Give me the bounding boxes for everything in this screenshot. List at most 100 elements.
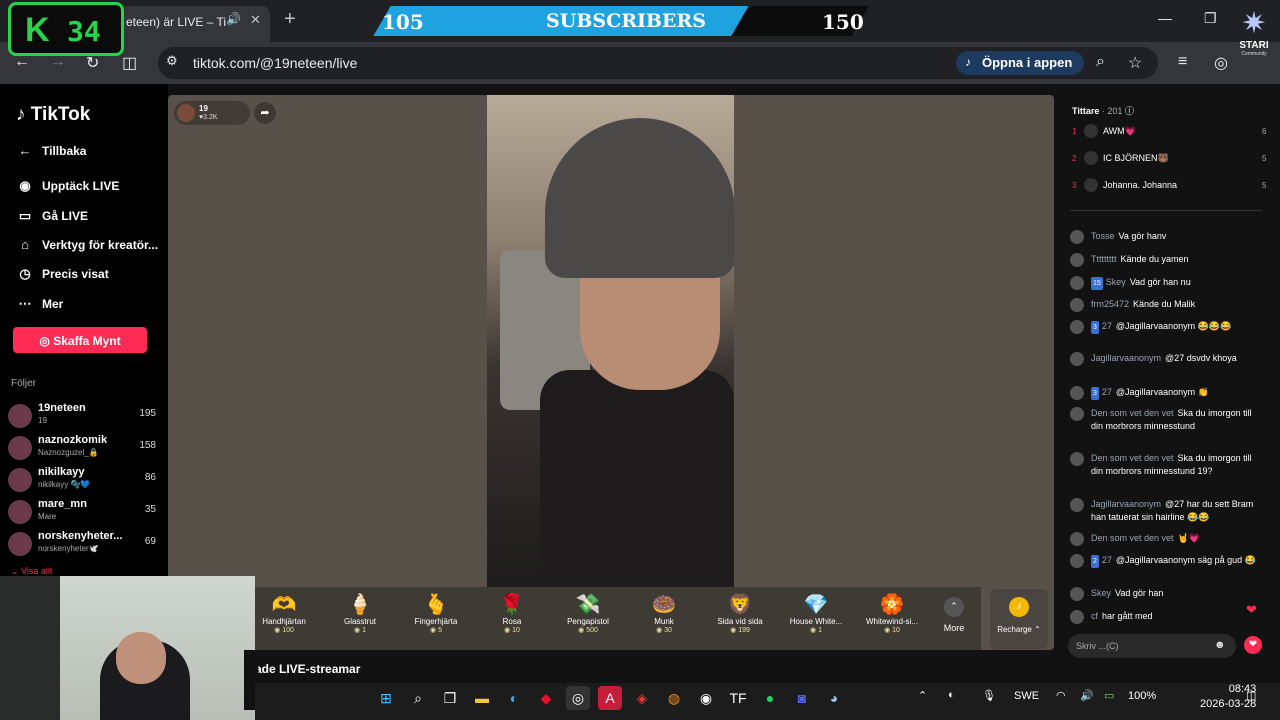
gift-price-value: 30 bbox=[664, 627, 672, 634]
get-coins-button[interactable]: ◎ Skaffa Mynt bbox=[13, 327, 147, 353]
microphone-icon[interactable]: 🎙 bbox=[982, 689, 996, 702]
speaker-icon[interactable]: 🔊 bbox=[226, 12, 241, 26]
nav-more[interactable]: ⋯ Mer bbox=[14, 296, 64, 316]
nav-explore-live[interactable]: ◉ Upptäck LIVE bbox=[14, 178, 119, 198]
avatar bbox=[1070, 253, 1084, 267]
gift-item[interactable]: 💎 House White... ◉ 1 bbox=[778, 593, 854, 634]
rank-number: 3 bbox=[1072, 181, 1077, 190]
host-info[interactable]: 19 ♥3.2K bbox=[174, 101, 250, 125]
app-pdf-icon[interactable]: A bbox=[598, 686, 622, 710]
info-icon[interactable]: ⓘ bbox=[1125, 106, 1134, 116]
emoji-icon[interactable]: ☻ bbox=[1214, 639, 1226, 651]
site-info-icon[interactable]: ⚙ bbox=[166, 53, 178, 69]
task-view-icon[interactable]: ❐ bbox=[438, 686, 462, 710]
gift-item[interactable]: 🏵️ Whitewind-si... ◉ 10 bbox=[854, 593, 930, 634]
steam-icon[interactable]: ◕ bbox=[822, 686, 846, 710]
viewer-rank-row[interactable]: 3 Johanna. Johanna 5 bbox=[1070, 178, 1270, 196]
chat-input[interactable]: Skriv ...(C) bbox=[1068, 634, 1236, 658]
chrome-icon[interactable]: ◎ bbox=[566, 686, 590, 710]
open-in-app-button[interactable]: ♪ Öppna i appen bbox=[956, 51, 1084, 75]
gift-item[interactable]: 🍦 Glasstrut ◉ 1 bbox=[322, 593, 398, 634]
chat-user[interactable]: Den som vet den vet bbox=[1091, 533, 1174, 543]
chat-user[interactable]: Jagillarvaanonym bbox=[1091, 499, 1161, 509]
minimize-icon[interactable]: — bbox=[1158, 10, 1172, 26]
open-in-app-label: Öppna i appen bbox=[982, 55, 1073, 70]
gift-item[interactable]: 🦁 Sida vid sida ◉ 199 bbox=[702, 593, 778, 634]
nav-go-live[interactable]: ▭ Gå LIVE bbox=[14, 208, 88, 228]
history-icon: ◷ bbox=[19, 266, 31, 281]
battery-icon[interactable]: ▭ bbox=[1104, 689, 1114, 702]
arrow-left-icon: ← bbox=[18, 143, 32, 158]
chat-user[interactable]: 27 bbox=[1102, 387, 1112, 397]
more-gifts-button[interactable]: ⌃ More bbox=[934, 597, 974, 633]
following-item[interactable]: mare_mn Mare 35 bbox=[8, 498, 160, 526]
chat-user[interactable]: Den som vet den vet bbox=[1091, 408, 1174, 418]
search-icon[interactable]: ⌕ bbox=[406, 686, 430, 710]
gift-item[interactable]: 🍩 Munk ◉ 30 bbox=[626, 593, 702, 634]
clock[interactable]: 08:43 2026-03-28 bbox=[1200, 682, 1256, 712]
app-ball-icon[interactable]: ◉ bbox=[694, 686, 718, 710]
recharge-label: Recharge bbox=[997, 625, 1032, 634]
following-item[interactable]: naznozkomik Naznozguzel_🔒 158 bbox=[8, 434, 160, 462]
viewer-rank-row[interactable]: 2 IC BJÖRNEN🐻 5 bbox=[1070, 151, 1270, 169]
language-indicator[interactable]: SWE bbox=[1014, 690, 1039, 702]
nav-creator-tools[interactable]: ⌂ Verktyg för kreatör... bbox=[14, 237, 158, 257]
gift-item[interactable]: 🫰 Fingerhjärta ◉ 5 bbox=[398, 593, 474, 634]
discord-icon[interactable]: ◙ bbox=[790, 686, 814, 710]
nav-recently-watched[interactable]: ◷ Precis visat bbox=[14, 266, 108, 286]
browser-tab[interactable]: eteen) är LIVE – Ti bbox=[118, 6, 270, 42]
file-explorer-icon[interactable]: ▬ bbox=[470, 686, 494, 710]
chat-user[interactable]: Skey bbox=[1091, 588, 1111, 598]
share-icon[interactable]: ➦ bbox=[254, 102, 276, 124]
maximize-icon[interactable]: ❐ bbox=[1204, 10, 1217, 27]
tray-app-icon[interactable]: ◐ bbox=[948, 689, 955, 701]
chat-user[interactable]: frm25472 bbox=[1091, 299, 1129, 309]
spotify-icon[interactable]: ● bbox=[758, 686, 782, 710]
chat-user[interactable]: Jagillarvaanonym bbox=[1091, 353, 1161, 363]
shield-app-icon[interactable]: ◈ bbox=[630, 686, 654, 710]
gift-name: Handhjärtan bbox=[262, 617, 306, 626]
media-icon[interactable]: ≡ bbox=[1178, 53, 1187, 71]
reload-icon[interactable]: ↻ bbox=[86, 53, 99, 73]
gift-icon: 💸 bbox=[575, 594, 601, 616]
chat-user[interactable]: 27 bbox=[1102, 555, 1112, 565]
app-orange-icon[interactable]: ◍ bbox=[662, 686, 686, 710]
chat-user[interactable]: 27 bbox=[1102, 321, 1112, 331]
volume-icon[interactable]: 🔊 bbox=[1080, 689, 1094, 702]
chat-user[interactable]: Skey bbox=[1106, 277, 1126, 287]
avatar bbox=[1070, 498, 1084, 512]
chat-user[interactable]: Ttttttttt bbox=[1091, 254, 1117, 264]
url-text[interactable]: tiktok.com/@19neteen/live bbox=[193, 55, 357, 71]
show-all-label: Visa allt bbox=[21, 566, 53, 576]
recharge-button[interactable]: ♪ Recharge ⌃ bbox=[990, 589, 1048, 649]
chevron-up-icon[interactable]: ⌃ bbox=[918, 689, 927, 702]
chat-user[interactable]: Den som vet den vet bbox=[1091, 453, 1174, 463]
gift-item[interactable]: 🫶 Handhjärtan ◉ 100 bbox=[246, 593, 322, 634]
chat-user[interactable]: Tosse bbox=[1091, 231, 1115, 241]
viewer-rank-row[interactable]: 1 AWM💗 6 bbox=[1070, 124, 1270, 142]
tiktok-logo[interactable]: ♪ TikTok bbox=[16, 104, 90, 126]
following-item[interactable]: nikilkayy nikilkayy 🫧💙 86 bbox=[8, 466, 160, 494]
gift-item[interactable]: 🌹 Rosa ◉ 10 bbox=[474, 593, 550, 634]
edge-icon[interactable]: ◐ bbox=[502, 686, 526, 710]
app-tf-icon[interactable]: TF bbox=[726, 686, 750, 710]
following-item[interactable]: 19neteen 19 195 bbox=[8, 402, 160, 430]
close-tab-icon[interactable]: ✕ bbox=[250, 12, 261, 28]
level-badge: 2 bbox=[1091, 555, 1099, 568]
new-tab-icon[interactable]: + bbox=[284, 8, 296, 31]
search-icon[interactable]: ⌕ bbox=[1096, 53, 1105, 71]
split-view-icon[interactable]: ◫ bbox=[122, 53, 137, 73]
gift-item[interactable]: 💸 Pengapistol ◉ 500 bbox=[550, 593, 626, 634]
app-red-icon[interactable]: ◆ bbox=[534, 686, 558, 710]
bookmark-star-icon[interactable]: ☆ bbox=[1128, 53, 1142, 73]
following-header: Följer bbox=[11, 378, 37, 389]
following-item[interactable]: norskenyheter... norskenyheter🕊️ 69 bbox=[8, 530, 160, 558]
gift-price-value: 100 bbox=[282, 627, 294, 634]
chat-user[interactable]: cf bbox=[1091, 611, 1098, 621]
start-icon[interactable]: ⊞ bbox=[374, 686, 398, 710]
wifi-icon[interactable]: ◠ bbox=[1056, 689, 1066, 702]
following-count: 86 bbox=[144, 472, 156, 483]
back-link[interactable]: ← Tillbaka bbox=[14, 143, 87, 163]
profile-icon[interactable]: ◎ bbox=[1214, 53, 1228, 73]
like-button[interactable]: ❤ bbox=[1244, 636, 1262, 654]
